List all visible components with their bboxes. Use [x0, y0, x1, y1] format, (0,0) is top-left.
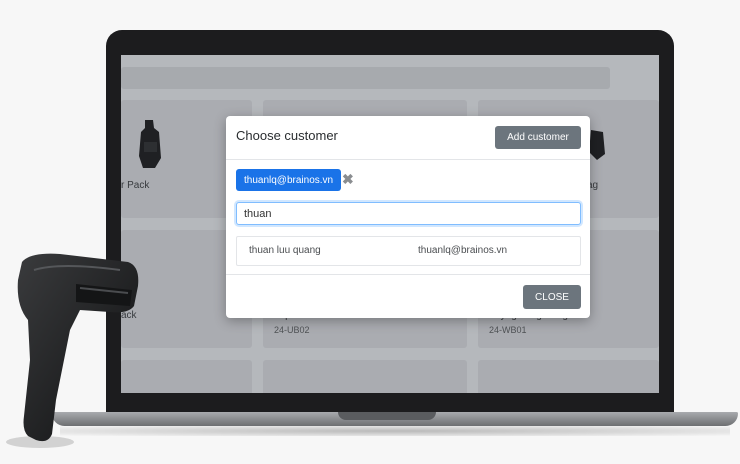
modal-footer-divider — [226, 274, 590, 275]
modal-header: Choose customer Add customer — [226, 116, 590, 160]
customer-email: thuanlq@brainos.vn — [418, 245, 508, 256]
customer-search-input[interactable] — [236, 202, 581, 225]
choose-customer-modal: Choose customer Add customer thuanlq@bra… — [226, 116, 590, 318]
customer-name: thuan luu quang — [249, 245, 321, 256]
laptop-notch — [338, 412, 436, 420]
stage: r Pack ag ack Impulse Duffle 24-UB02 Voy… — [0, 0, 740, 464]
selected-customer-chip[interactable]: thuanlq@brainos.vn — [236, 169, 342, 191]
close-button[interactable]: CLOSE — [523, 285, 581, 309]
modal-title: Choose customer — [236, 128, 338, 143]
add-customer-button[interactable]: Add customer — [495, 126, 581, 149]
close-icon[interactable]: ✖ — [342, 171, 354, 188]
barcode-scanner-image — [6, 253, 139, 448]
customer-result-row[interactable]: thuan luu quang thuanlq@brainos.vn — [236, 236, 581, 266]
